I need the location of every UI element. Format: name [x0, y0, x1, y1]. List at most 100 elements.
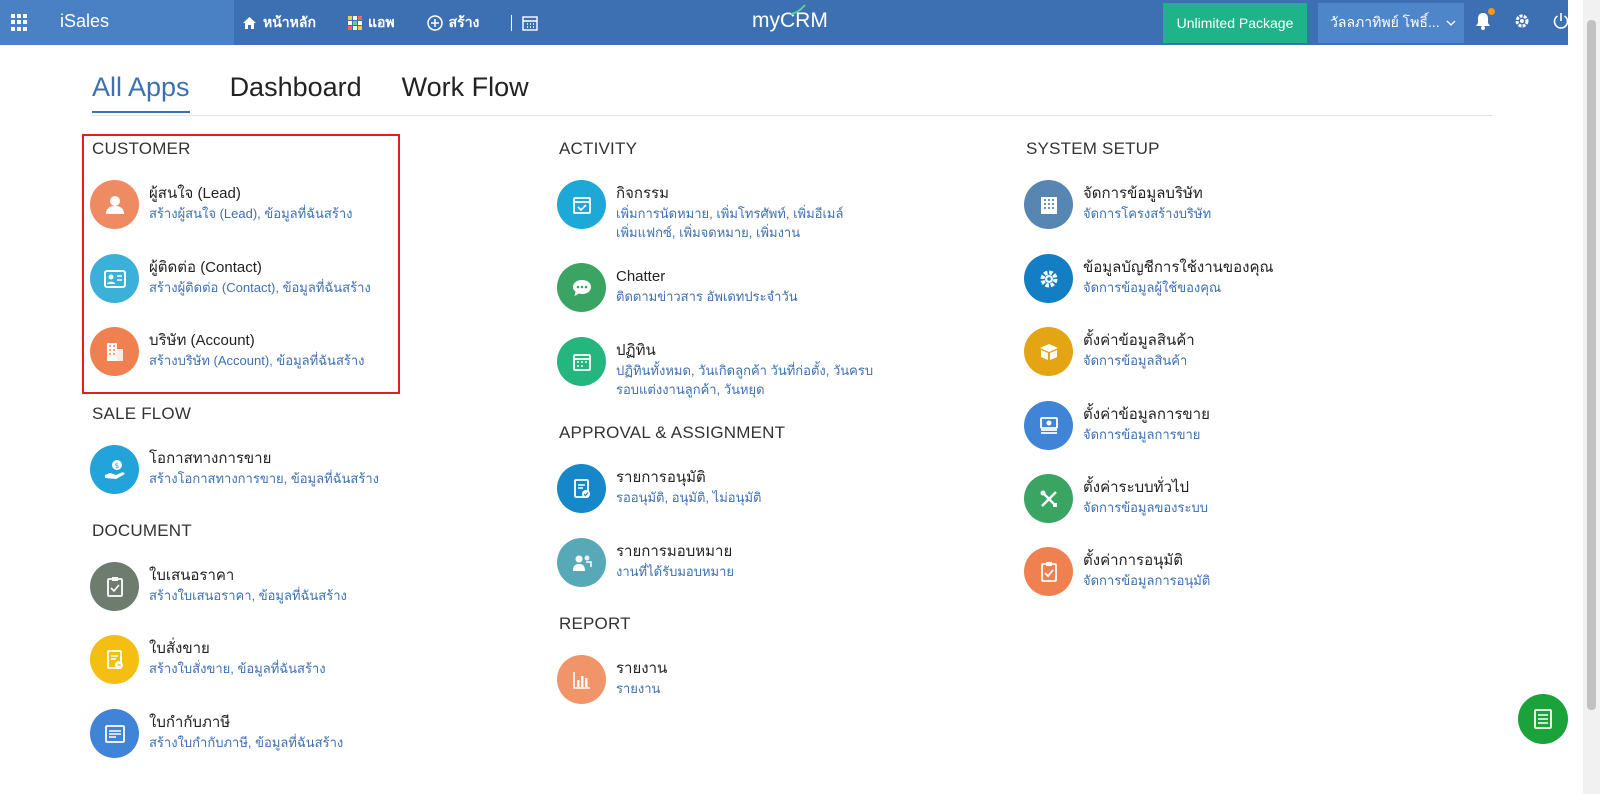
- app-quotation[interactable]: ใบเสนอราคา สร้างใบเสนอราคา, ข้อมูลที่ฉัน…: [90, 562, 469, 611]
- floating-document-button[interactable]: [1518, 694, 1568, 744]
- app-subtitle[interactable]: จัดการข้อมูลผู้ใช้ของคุณ: [1083, 278, 1403, 297]
- app-company-info[interactable]: จัดการข้อมูลบริษัท จัดการโครงสร้างบริษัท: [1024, 180, 1403, 229]
- calendar-icon: [557, 337, 606, 386]
- app-account-info[interactable]: ข้อมูลบัญชีการใช้งานของคุณ จัดการข้อมูลผ…: [1024, 254, 1403, 303]
- order-doc-icon: [90, 635, 139, 684]
- section-title-report: REPORT: [559, 614, 631, 633]
- lead-user-icon: [90, 180, 139, 229]
- app-subtitle[interactable]: จัดการข้อมูลของระบบ: [1083, 498, 1403, 517]
- invoice-icon: [90, 709, 139, 758]
- app-subtitle[interactable]: ปฏิทินทั้งหมด, วันเกิดลูกค้า วันที่ก่อตั…: [616, 361, 876, 399]
- clipboard-check-icon: [1024, 547, 1073, 596]
- building-icon: [90, 327, 139, 376]
- app-chatter[interactable]: Chatter ติดตามข่าวสาร อัพเดทประจำวัน: [557, 263, 936, 312]
- box-icon: [1024, 327, 1073, 376]
- gear-icon: [1024, 254, 1073, 303]
- tab-divider: [92, 115, 1492, 116]
- app-title: รายการอนุมัติ: [616, 469, 706, 486]
- nav-apps-label: แอพ: [367, 13, 395, 30]
- app-sales-settings[interactable]: ตั้งค่าข้อมูลการขาย จัดการข้อมูลการขาย: [1024, 401, 1403, 450]
- app-title: ตั้งค่าข้อมูลการขาย: [1083, 406, 1210, 423]
- tools-icon: [1024, 474, 1073, 523]
- app-subtitle[interactable]: จัดการข้อมูลการขาย: [1083, 425, 1403, 444]
- app-title: ตั้งค่าระบบทั่วไป: [1083, 479, 1190, 496]
- gear-icon[interactable]: [1513, 12, 1531, 30]
- app-title: ปฏิทิน: [616, 342, 656, 359]
- app-general-settings[interactable]: ตั้งค่าระบบทั่วไป จัดการข้อมูลของระบบ: [1024, 474, 1403, 523]
- app-subtitle[interactable]: สร้างบริษัท (Account), ข้อมูลที่ฉันสร้าง: [149, 351, 469, 370]
- calendar-check-icon: [557, 180, 606, 229]
- tab-work-flow[interactable]: Work Flow: [402, 72, 529, 113]
- app-subtitle[interactable]: สร้างผู้สนใจ (Lead), ข้อมูลที่ฉันสร้าง: [149, 204, 469, 223]
- unlimited-package-button[interactable]: Unlimited Package: [1163, 3, 1307, 43]
- app-title: โอกาสทางการขาย: [149, 450, 272, 467]
- app-subtitle[interactable]: รออนุมัติ, อนุมัติ, ไม่อนุมัติ: [616, 488, 936, 507]
- app-account[interactable]: บริษัท (Account) สร้างบริษัท (Account), …: [90, 327, 469, 376]
- app-lead[interactable]: ผู้สนใจ (Lead) สร้างผู้สนใจ (Lead), ข้อม…: [90, 180, 469, 229]
- approval-doc-icon: [557, 464, 606, 513]
- app-tax-invoice[interactable]: ใบกำกับภาษี สร้างใบกำกับภาษี, ข้อมูลที่ฉ…: [90, 709, 469, 758]
- user-name: วัลลภาทิพย์ โพธิ์...: [1330, 14, 1440, 30]
- brand-area: iSales: [0, 0, 234, 45]
- app-subtitle[interactable]: ติดตามข่าวสาร อัพเดทประจำวัน: [616, 287, 936, 306]
- app-subtitle[interactable]: เพิ่มการนัดหมาย, เพิ่มโทรศัพท์, เพิ่มอีเ…: [616, 204, 846, 242]
- app-subtitle[interactable]: สร้างผู้ติดต่อ (Contact), ข้อมูลที่ฉันสร…: [149, 278, 469, 297]
- scrollbar-thumb[interactable]: [1587, 20, 1596, 710]
- apps-icon: [347, 15, 362, 30]
- clipboard-icon: [90, 562, 139, 611]
- app-subtitle[interactable]: จัดการข้อมูลสินค้า: [1083, 351, 1403, 370]
- bar-chart-icon: [557, 655, 606, 704]
- section-title-document: DOCUMENT: [92, 521, 192, 540]
- app-title: บริษัท (Account): [149, 332, 255, 349]
- logo-swoosh-icon: [790, 4, 806, 15]
- nav-home[interactable]: หน้าหลัก: [242, 12, 316, 34]
- app-title: ผู้ติดต่อ (Contact): [149, 259, 262, 276]
- app-approval-list[interactable]: รายการอนุมัติ รออนุมัติ, อนุมัติ, ไม่อนุ…: [557, 464, 936, 513]
- nav-home-label: หน้าหลัก: [263, 13, 316, 30]
- calendar-icon[interactable]: [522, 15, 539, 31]
- app-subtitle[interactable]: สร้างใบเสนอราคา, ข้อมูลที่ฉันสร้าง: [149, 586, 469, 605]
- app-title: ตั้งค่าข้อมูลสินค้า: [1083, 332, 1195, 349]
- vertical-scrollbar[interactable]: [1583, 0, 1600, 794]
- nav-create-label: สร้าง: [448, 13, 480, 30]
- power-icon[interactable]: [1553, 12, 1569, 30]
- bell-icon[interactable]: [1475, 12, 1491, 30]
- app-assignment-list[interactable]: รายการมอบหมาย งานที่ได้รับมอบหมาย: [557, 538, 936, 587]
- money-stack-icon: [1024, 401, 1073, 450]
- contact-card-icon: [90, 254, 139, 303]
- app-subtitle[interactable]: งานที่ได้รับมอบหมาย: [616, 562, 936, 581]
- brand-name[interactable]: iSales: [60, 11, 109, 32]
- tab-dashboard[interactable]: Dashboard: [230, 72, 362, 113]
- app-approval-settings[interactable]: ตั้งค่าการอนุมัติ จัดการข้อมูลการอนุมัติ: [1024, 547, 1403, 596]
- app-activity[interactable]: กิจกรรม เพิ่มการนัดหมาย, เพิ่มโทรศัพท์, …: [557, 180, 846, 242]
- app-subtitle[interactable]: จัดการข้อมูลการอนุมัติ: [1083, 571, 1403, 590]
- section-title-customer: CUSTOMER: [92, 139, 191, 158]
- chat-icon: [557, 263, 606, 312]
- app-sales-order[interactable]: ใบสั่งขาย สร้างใบสั่งขาย, ข้อมูลที่ฉันสร…: [90, 635, 469, 684]
- app-subtitle[interactable]: สร้างโอกาสทางการขาย, ข้อมูลที่ฉันสร้าง: [149, 469, 469, 488]
- app-opportunity[interactable]: $ โอกาสทางการขาย สร้างโอกาสทางการขาย, ข้…: [90, 445, 469, 494]
- svg-text:$: $: [114, 462, 118, 470]
- app-subtitle[interactable]: จัดการโครงสร้างบริษัท: [1083, 204, 1403, 223]
- app-contact[interactable]: ผู้ติดต่อ (Contact) สร้างผู้ติดต่อ (Cont…: [90, 254, 469, 303]
- section-title-approval: APPROVAL & ASSIGNMENT: [559, 423, 786, 442]
- nav-apps[interactable]: แอพ: [347, 12, 395, 34]
- app-title: จัดการข้อมูลบริษัท: [1083, 185, 1203, 202]
- main-nav: หน้าหลัก แอพ สร้าง: [242, 0, 539, 45]
- main-tabs: All Apps Dashboard Work Flow: [92, 72, 569, 113]
- app-product-settings[interactable]: ตั้งค่าข้อมูลสินค้า จัดการข้อมูลสินค้า: [1024, 327, 1403, 376]
- user-menu-button[interactable]: วัลลภาทิพย์ โพธิ์...: [1318, 3, 1464, 43]
- nav-create[interactable]: สร้าง: [426, 12, 480, 34]
- app-title: ใบเสนอราคา: [149, 567, 235, 584]
- chevron-down-icon: [1446, 20, 1456, 26]
- app-title: ตั้งค่าการอนุมัติ: [1083, 552, 1183, 569]
- app-calendar[interactable]: ปฏิทิน ปฏิทินทั้งหมด, วันเกิดลูกค้า วันท…: [557, 337, 876, 399]
- app-report[interactable]: รายงาน รายงาน: [557, 655, 936, 704]
- app-grid-icon[interactable]: [11, 14, 28, 31]
- app-subtitle[interactable]: รายงาน: [616, 679, 936, 698]
- home-icon: [243, 16, 256, 29]
- tab-all-apps[interactable]: All Apps: [92, 72, 190, 113]
- app-subtitle[interactable]: สร้างใบสั่งขาย, ข้อมูลที่ฉันสร้าง: [149, 659, 469, 678]
- app-subtitle[interactable]: สร้างใบกำกับภาษี, ข้อมูลที่ฉันสร้าง: [149, 733, 469, 752]
- section-title-system-setup: SYSTEM SETUP: [1026, 139, 1160, 158]
